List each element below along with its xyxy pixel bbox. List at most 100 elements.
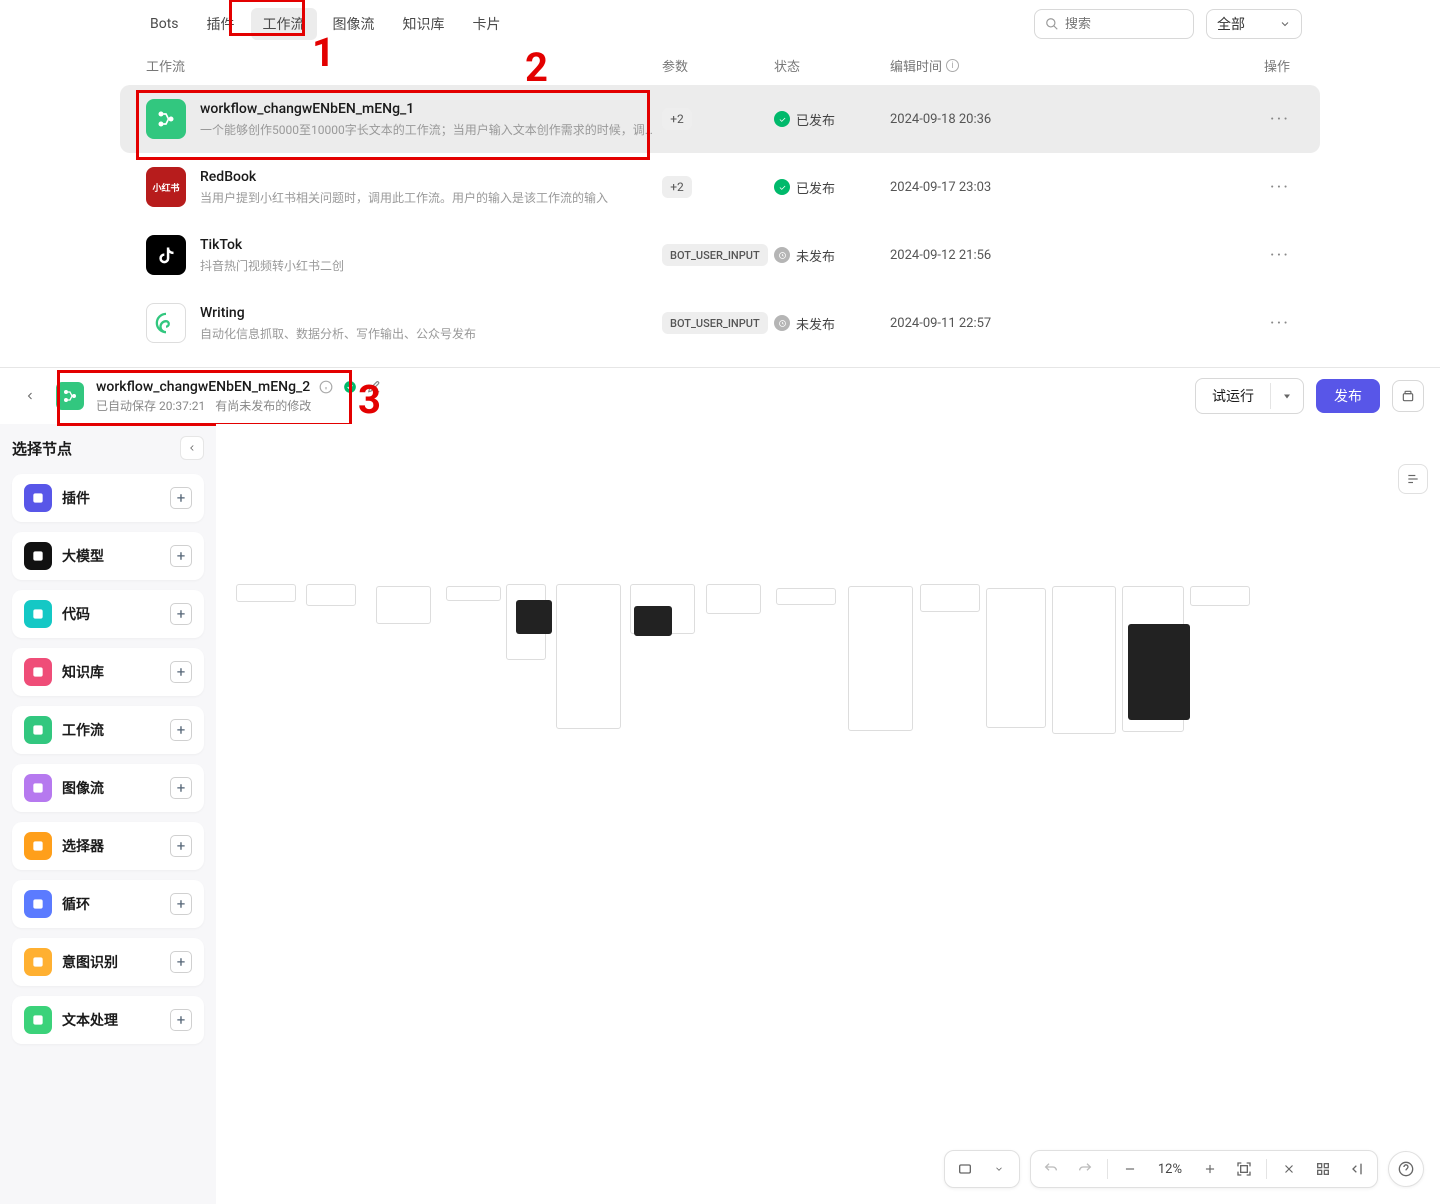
row-time: 2024-09-17 23:03 <box>890 180 991 195</box>
node-shape-button[interactable] <box>953 1157 977 1181</box>
search-input[interactable] <box>1065 17 1183 32</box>
canvas-toolbar: 12% <box>944 1150 1424 1188</box>
node-card[interactable]: 知识库+ <box>12 648 204 696</box>
clock-icon <box>774 247 790 263</box>
expand-button[interactable] <box>1392 380 1424 412</box>
node-card[interactable]: 意图识别 + <box>12 938 204 986</box>
node-add-button[interactable]: + <box>170 603 192 625</box>
close-toolbar-button[interactable] <box>1277 1157 1301 1181</box>
param-badge: BOT_USER_INPUT <box>662 312 768 334</box>
table-row[interactable]: Writing自动化信息抓取、数据分析、写作输出、公众号发布BOT_USER_I… <box>120 289 1320 357</box>
canvas-node-thumbnail <box>1128 624 1190 720</box>
search-input-wrap[interactable] <box>1034 9 1194 39</box>
row-desc: 自动化信息抓取、数据分析、写作输出、公众号发布 <box>200 325 662 342</box>
param-badge: +2 <box>662 108 692 130</box>
node-card[interactable]: 大模型+ <box>12 532 204 580</box>
zoom-out-button[interactable] <box>1118 1157 1142 1181</box>
editor-title: workflow_changwENbEN_mENg_2 <box>96 379 310 395</box>
filter-select[interactable]: 全部 <box>1206 9 1302 39</box>
node-type-icon <box>24 484 52 512</box>
node-label: 意图识别 <box>62 952 118 972</box>
search-icon <box>1045 17 1065 31</box>
row-time: 2024-09-18 20:36 <box>890 112 991 127</box>
status-label: 已发布 <box>796 178 835 197</box>
filter-select-label: 全部 <box>1217 14 1245 34</box>
info-icon[interactable] <box>318 379 334 395</box>
node-add-button[interactable]: + <box>170 661 192 683</box>
status-label: 未发布 <box>796 314 835 333</box>
fit-view-button[interactable] <box>1232 1157 1256 1181</box>
node-add-button[interactable]: + <box>170 487 192 509</box>
node-palette: 选择节点 插件+ 大模型+ 代码+ 知识库+ 工作流+ 图像流+ 选择器+ 循环… <box>0 424 216 1204</box>
node-type-icon <box>24 658 52 686</box>
node-type-icon <box>24 832 52 860</box>
node-add-button[interactable]: + <box>170 835 192 857</box>
th-status: 状态 <box>774 56 890 75</box>
row-desc: 抖音热门视频转小红书二创 <box>200 257 662 274</box>
row-desc: 一个能够创作5000至10000字长文本的工作流；当用户输入文本创作需求的时候，… <box>200 121 662 138</box>
tab-knowledge[interactable]: 知识库 <box>391 8 457 40</box>
clock-icon <box>774 315 790 331</box>
node-card[interactable]: 工作流+ <box>12 706 204 754</box>
workflow-canvas[interactable]: 12% <box>216 424 1440 1204</box>
annotation-label-1: 1 <box>312 29 335 76</box>
workflow-icon <box>146 235 186 275</box>
row-actions-button[interactable]: ··· <box>1270 109 1290 130</box>
node-card[interactable]: 选择器+ <box>12 822 204 870</box>
redo-button[interactable] <box>1073 1157 1097 1181</box>
palette-collapse-button[interactable] <box>180 436 204 460</box>
node-label: 循环 <box>62 894 90 914</box>
palette-title: 选择节点 <box>12 438 72 459</box>
node-add-button[interactable]: + <box>170 777 192 799</box>
row-time: 2024-09-11 22:57 <box>890 316 991 331</box>
help-button[interactable] <box>1388 1151 1424 1187</box>
tab-bots[interactable]: Bots <box>138 10 191 38</box>
zoom-in-button[interactable] <box>1198 1157 1222 1181</box>
node-add-button[interactable]: + <box>170 951 192 973</box>
autosave-text: 已自动保存 20:37:21 <box>96 397 205 414</box>
node-add-button[interactable]: + <box>170 893 192 915</box>
table-row[interactable]: workflow_changwENbEN_mENg_1一个能够创作5000至10… <box>120 85 1320 153</box>
node-type-icon <box>24 716 52 744</box>
node-card[interactable]: 插件+ <box>12 474 204 522</box>
node-type-icon <box>24 1006 52 1034</box>
node-add-button[interactable]: + <box>170 1009 192 1031</box>
tab-workflows[interactable]: 工作流 <box>251 8 317 40</box>
canvas-layout-button[interactable] <box>1398 464 1428 494</box>
node-add-button[interactable]: + <box>170 719 192 741</box>
canvas-node-thumbnail <box>920 584 980 612</box>
unpublished-text: 有尚未发布的修改 <box>215 397 311 414</box>
canvas-node-thumbnail <box>306 584 356 606</box>
canvas-node-thumbnail <box>776 588 836 605</box>
th-time: 编辑时间i <box>890 56 1080 75</box>
row-actions-button[interactable]: ··· <box>1270 313 1290 334</box>
publish-button[interactable]: 发布 <box>1316 379 1380 413</box>
align-button[interactable] <box>1345 1157 1369 1181</box>
node-card[interactable]: 图像流+ <box>12 764 204 812</box>
trial-run-dropdown[interactable] <box>1270 383 1303 409</box>
canvas-node-thumbnail <box>516 600 552 634</box>
tab-cards[interactable]: 卡片 <box>461 8 513 40</box>
node-add-button[interactable]: + <box>170 545 192 567</box>
trial-run-button[interactable]: 试运行 <box>1195 378 1304 414</box>
back-button[interactable] <box>16 382 44 410</box>
zoom-level: 12% <box>1152 1162 1188 1177</box>
annotation-label-2: 2 <box>525 44 548 91</box>
table-row[interactable]: 小红书RedBook当用户提到小红书相关问题时，调用此工作流。用户的输入是该工作… <box>120 153 1320 221</box>
grid-button[interactable] <box>1311 1157 1335 1181</box>
node-type-icon <box>24 542 52 570</box>
chevron-down-icon[interactable] <box>987 1157 1011 1181</box>
table-row[interactable]: TikTok抖音热门视频转小红书二创BOT_USER_INPUT未发布2024-… <box>120 221 1320 289</box>
row-actions-button[interactable]: ··· <box>1270 177 1290 198</box>
node-type-icon <box>24 890 52 918</box>
trial-run-label: 试运行 <box>1196 379 1270 413</box>
row-actions-button[interactable]: ··· <box>1270 245 1290 266</box>
undo-button[interactable] <box>1039 1157 1063 1181</box>
node-card[interactable]: 文本处理+ <box>12 996 204 1044</box>
canvas-node-thumbnail <box>556 584 621 729</box>
tab-plugins[interactable]: 插件 <box>195 8 247 40</box>
node-type-icon <box>24 948 52 976</box>
status-label: 未发布 <box>796 246 835 265</box>
node-card[interactable]: 代码+ <box>12 590 204 638</box>
node-card[interactable]: 循环 + <box>12 880 204 928</box>
